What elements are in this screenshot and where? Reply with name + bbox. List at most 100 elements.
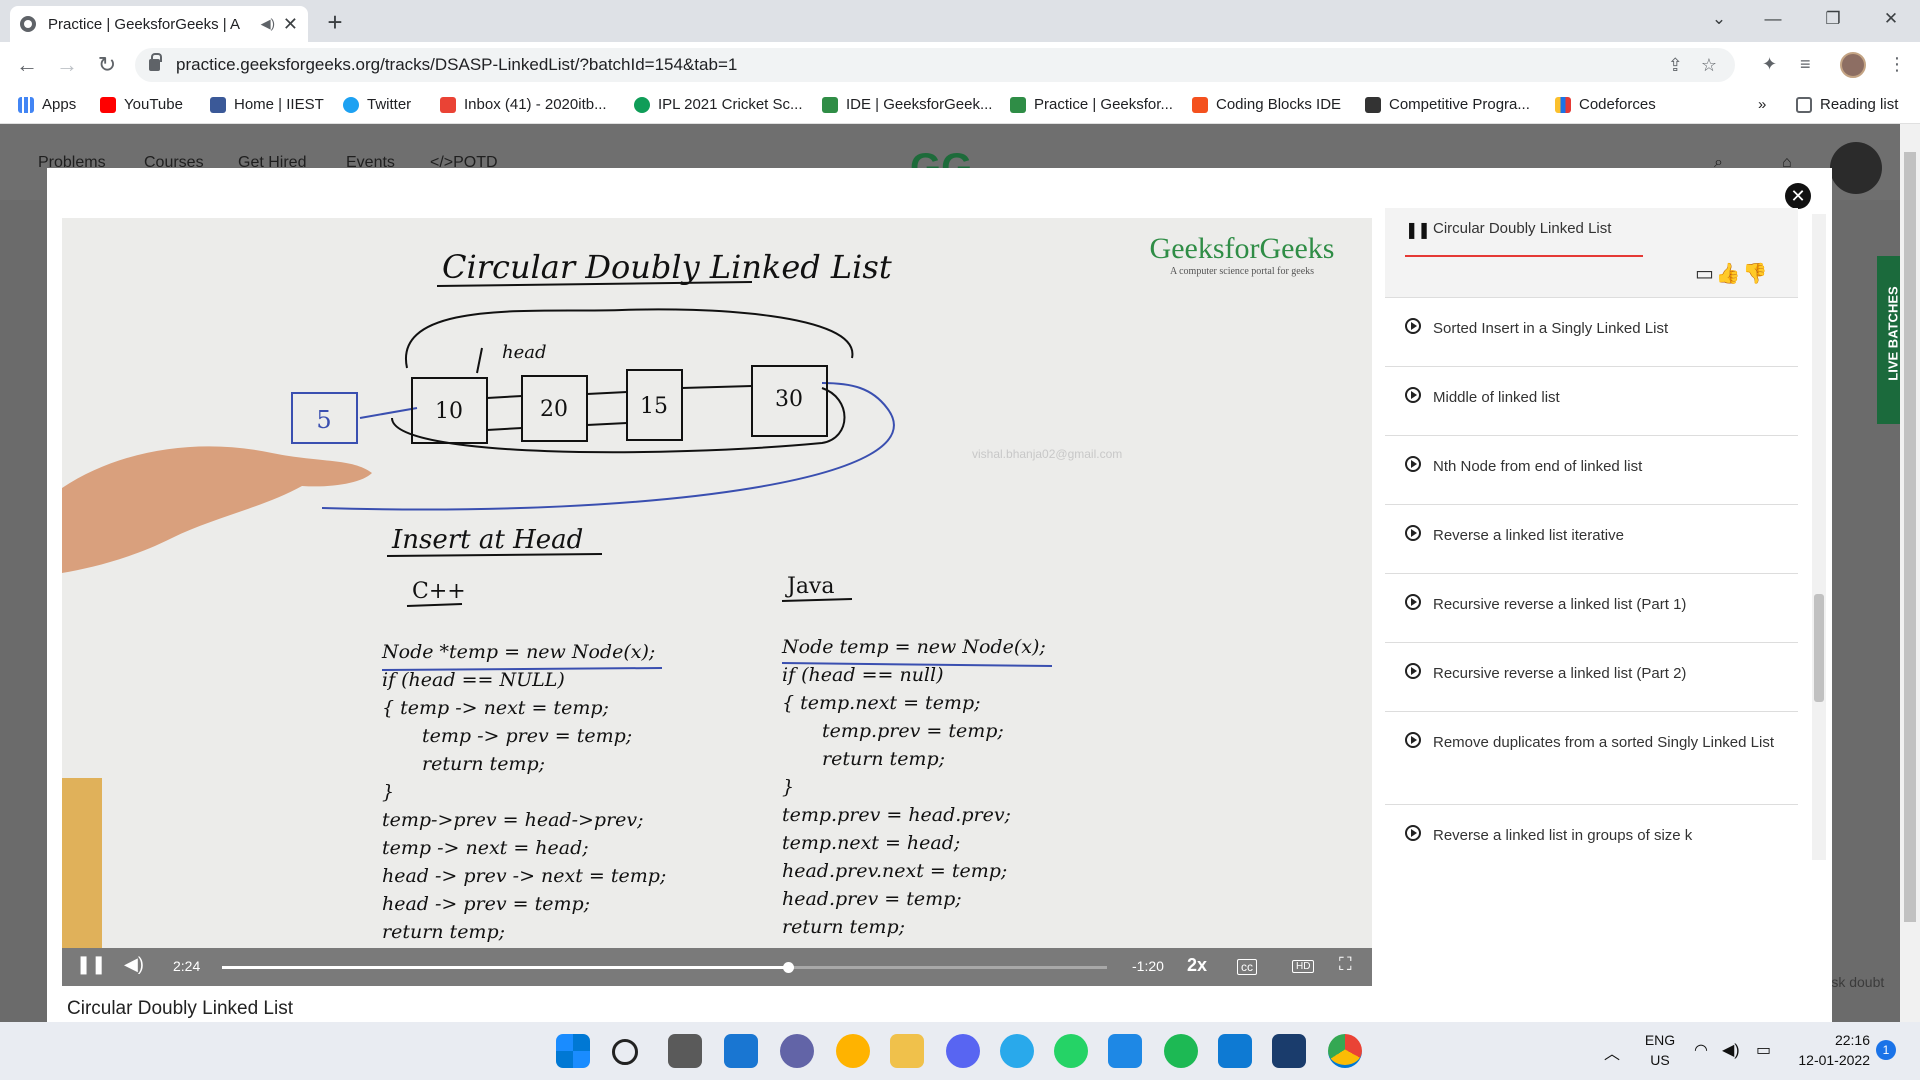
bookmark-iiest[interactable]: Home | IIEST <box>210 96 324 113</box>
cc-icon <box>1365 96 1381 113</box>
playlist-item[interactable]: Remove duplicates from a sorted Singly L… <box>1385 712 1798 805</box>
playlist-current-item[interactable]: ❚❚ Circular Doubly Linked List ▭👍👎 <box>1385 208 1798 298</box>
media-control-icon[interactable]: ≡ <box>1800 54 1811 75</box>
speed-button[interactable]: 2x <box>1187 955 1207 976</box>
extensions-icon[interactable]: ✦ <box>1762 54 1777 75</box>
comment-icon[interactable]: ▭ <box>1695 263 1716 285</box>
close-window-button[interactable]: ✕ <box>1868 0 1914 40</box>
vscode-icon[interactable] <box>1218 1034 1252 1068</box>
reading-list-label: Reading list <box>1820 96 1899 113</box>
user-avatar[interactable] <box>1830 142 1882 194</box>
bookmark-twitter[interactable]: Twitter <box>343 96 411 113</box>
playlist-item[interactable]: Nth Node from end of linked list <box>1385 436 1798 505</box>
lock-icon[interactable] <box>149 53 162 71</box>
java-code-line: return temp; <box>822 748 945 770</box>
page-scrollbar-thumb[interactable] <box>1904 152 1916 922</box>
playlist-item[interactable]: Recursive reverse a linked list (Part 1) <box>1385 574 1798 643</box>
playlist-item[interactable]: Reverse a linked list iterative <box>1385 505 1798 574</box>
mail-icon[interactable] <box>1108 1034 1142 1068</box>
forward-icon[interactable]: → <box>52 50 82 80</box>
widgets-icon[interactable] <box>724 1034 758 1068</box>
task-view-icon[interactable] <box>668 1034 702 1068</box>
thumbs-up-icon[interactable]: 👍 <box>1716 263 1743 285</box>
playlist-scrollbar-thumb[interactable] <box>1814 594 1824 702</box>
cpp-title: C++ <box>412 579 466 604</box>
playlist-item[interactable]: Recursive reverse a linked list (Part 2) <box>1385 643 1798 712</box>
bookmark-youtube[interactable]: YouTube <box>100 96 183 113</box>
fullscreen-icon[interactable]: ⛶ <box>1339 954 1352 975</box>
playlist-item[interactable]: Middle of linked list <box>1385 367 1798 436</box>
page-scrollbar[interactable] <box>1900 124 1920 1022</box>
back-icon[interactable]: ← <box>12 50 42 80</box>
progress-bar[interactable] <box>222 962 1107 973</box>
bookmark-star-icon[interactable]: ☆ <box>1701 55 1717 76</box>
java-code-line: if (head == null) <box>782 664 944 686</box>
bookmark-gfg-practice[interactable]: Practice | Geeksfor... <box>1010 96 1173 113</box>
video-player[interactable]: GeeksforGeeks A computer science portal … <box>62 218 1372 986</box>
playlist-scrollbar[interactable] <box>1812 214 1826 860</box>
search-icon[interactable] <box>612 1039 638 1065</box>
bookmark-gmail[interactable]: Inbox (41) - 2020itb... <box>440 96 607 113</box>
maximize-button[interactable]: ❐ <box>1810 0 1856 40</box>
bookmark-ipl[interactable]: IPL 2021 Cricket Sc... <box>634 96 803 113</box>
profile-avatar[interactable] <box>1840 52 1866 78</box>
discord-icon[interactable] <box>946 1034 980 1068</box>
battery-icon[interactable]: ▭ <box>1756 1040 1771 1060</box>
bookmarks-bar: Apps YouTube Home | IIEST Twitter Inbox … <box>0 88 1920 124</box>
pause-icon[interactable]: ❚❚ <box>76 954 106 975</box>
java-title: Java <box>785 574 834 599</box>
url-text[interactable]: practice.geeksforgeeks.org/tracks/DSASP-… <box>176 55 1668 75</box>
tray-overflow-icon[interactable]: ︿ <box>1604 1040 1620 1064</box>
minimize-button[interactable]: — <box>1750 0 1796 40</box>
bookmark-apps[interactable]: Apps <box>18 96 76 113</box>
bookmark-codeforces[interactable]: Codeforces <box>1555 96 1656 113</box>
thumbs-down-icon[interactable]: 👎 <box>1743 263 1770 285</box>
address-bar[interactable]: practice.geeksforgeeks.org/tracks/DSASP-… <box>135 48 1735 82</box>
reload-icon[interactable]: ↻ <box>92 50 122 80</box>
menu-icon[interactable]: ⋮ <box>1888 54 1906 75</box>
coding-blocks-icon <box>1192 96 1208 113</box>
windows-taskbar: ︿ ENG US ◠ ◀) ▭ 22:16 12-01-2022 1 <box>0 1022 1920 1080</box>
java-code-line: head.prev = temp; <box>782 888 962 910</box>
share-icon[interactable]: ⇪ <box>1668 55 1683 76</box>
clock[interactable]: 22:16 12-01-2022 <box>1790 1032 1870 1068</box>
tab-close-icon[interactable]: ✕ <box>283 14 298 35</box>
file-explorer-icon[interactable] <box>890 1034 924 1068</box>
notification-badge[interactable]: 1 <box>1876 1040 1896 1060</box>
tab-search-icon[interactable]: ⌄ <box>1696 0 1742 40</box>
playlist-item[interactable]: Reverse a linked list in groups of size … <box>1385 805 1798 858</box>
link-15-20 <box>586 422 628 426</box>
bookmark-gfg-ide[interactable]: IDE | GeeksforGeek... <box>822 96 992 113</box>
bookmarks-more-button[interactable]: » <box>1758 96 1766 113</box>
language-indicator[interactable]: ENG US <box>1640 1032 1680 1068</box>
play-circle-icon <box>1405 318 1421 334</box>
whatsapp-icon[interactable] <box>1054 1034 1088 1068</box>
telegram-icon[interactable] <box>1000 1034 1034 1068</box>
captions-icon[interactable]: cc <box>1237 959 1257 975</box>
weather-icon[interactable] <box>836 1034 870 1068</box>
link-15-30 <box>681 385 753 389</box>
browser-tab-active[interactable]: Practice | GeeksforGeeks | A ◀) ✕ <box>10 6 308 42</box>
volume-icon[interactable]: ◀) <box>124 954 144 975</box>
wifi-icon[interactable]: ◠ <box>1694 1040 1708 1060</box>
chrome-icon[interactable] <box>1328 1034 1362 1068</box>
reading-list-button[interactable]: Reading list <box>1796 96 1898 113</box>
playlist-item-label: Recursive reverse a linked list (Part 2) <box>1433 665 1687 682</box>
bookmark-coding-blocks[interactable]: Coding Blocks IDE <box>1192 96 1341 113</box>
teams-chat-icon[interactable] <box>780 1034 814 1068</box>
playlist-item[interactable]: Sorted Insert in a Singly Linked List <box>1385 298 1798 367</box>
prime-video-icon[interactable] <box>1272 1034 1306 1068</box>
bookmark-competitive[interactable]: Competitive Progra... <box>1365 96 1530 113</box>
modal-close-icon[interactable]: ✕ <box>1785 183 1811 209</box>
apps-grid-icon <box>18 96 34 113</box>
play-circle-icon <box>1405 456 1421 472</box>
playlist-item-label: Remove duplicates from a sorted Singly L… <box>1433 734 1775 751</box>
volume-tray-icon[interactable]: ◀) <box>1722 1040 1740 1060</box>
start-icon[interactable] <box>556 1034 590 1068</box>
spotify-icon[interactable] <box>1164 1034 1198 1068</box>
progress-knob[interactable] <box>783 962 795 973</box>
cpp-code-line: if (head == NULL) <box>382 669 565 691</box>
hd-icon[interactable]: HD <box>1292 960 1315 973</box>
new-tab-button[interactable]: + <box>320 8 350 38</box>
tab-audio-icon[interactable]: ◀) <box>261 16 275 32</box>
